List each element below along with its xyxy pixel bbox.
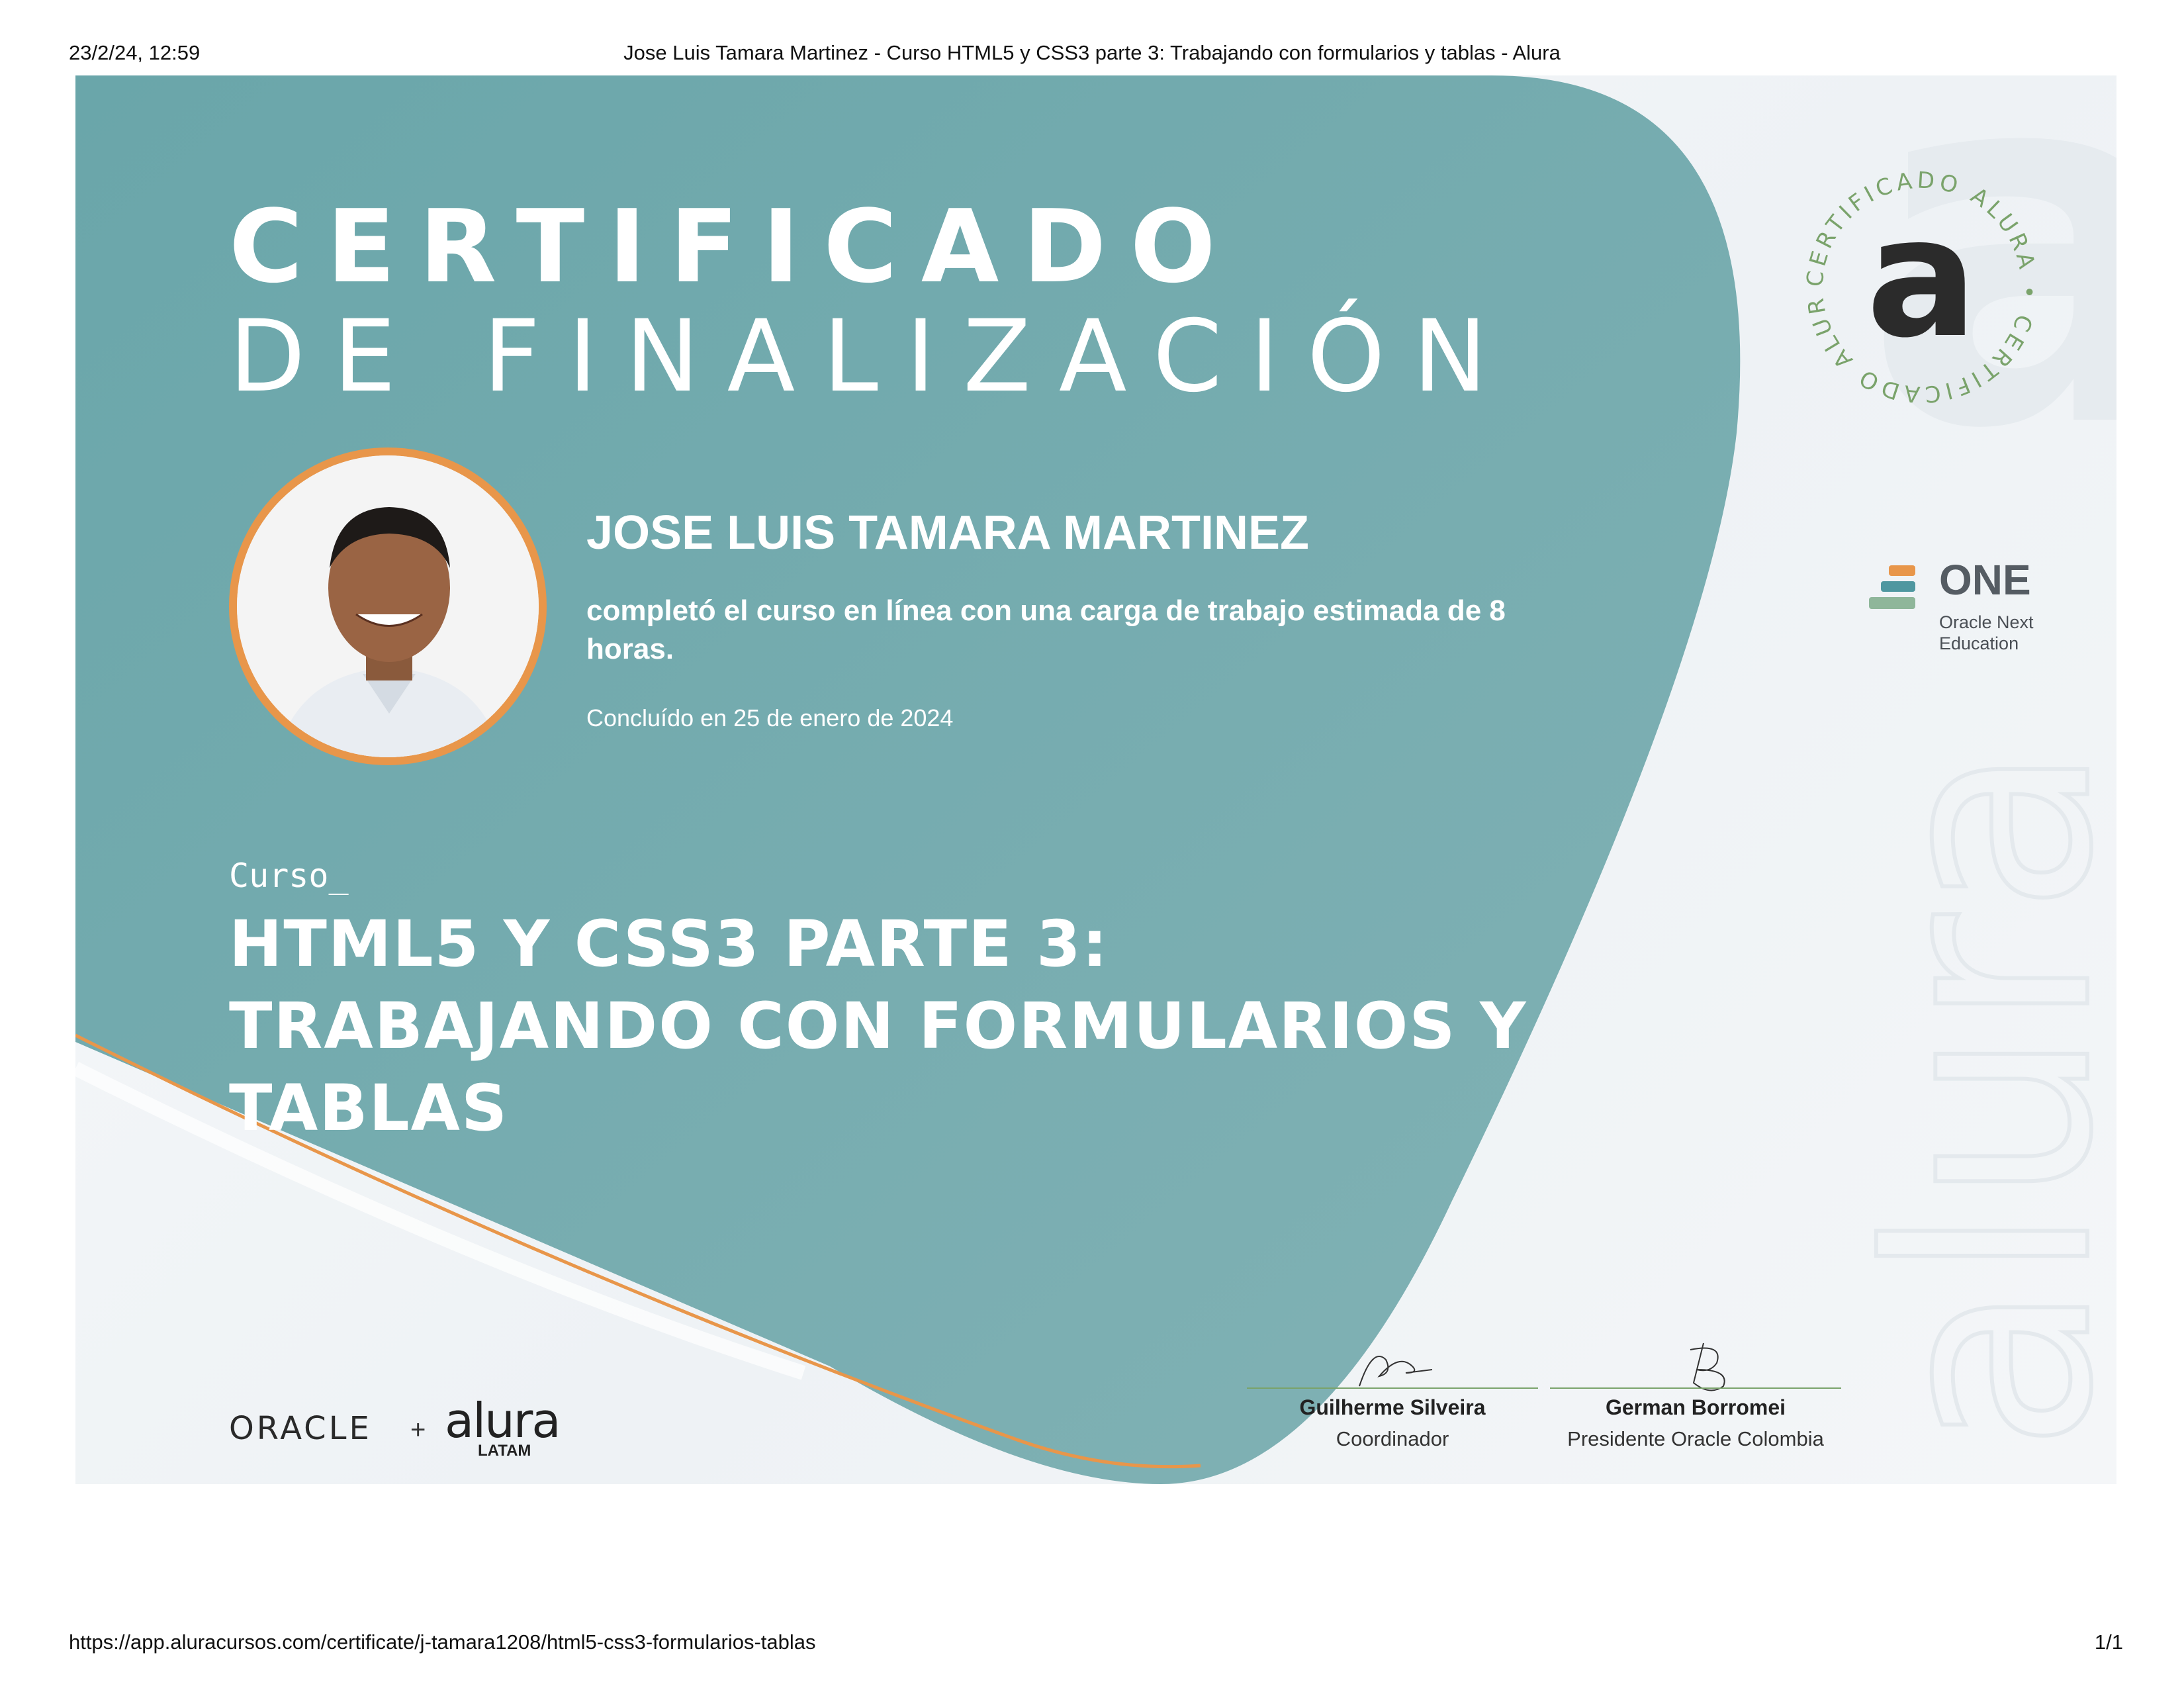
signatory-2-role: Presidente Oracle Colombia xyxy=(1567,1427,1824,1450)
completion-date: Concluído en 25 de enero de 2024 xyxy=(586,704,954,731)
alura-certificate-seal: CERTIFICADO ALURA • CERTIFICADO ALURA • … xyxy=(1790,155,2038,408)
course-name: HTML5 Y CSS3 PARTE 3: TRABAJANDO CON FOR… xyxy=(229,907,1527,1145)
one-logo-subtitle: Oracle Next Education xyxy=(1939,612,2034,653)
print-page-number: 1/1 xyxy=(2094,1630,2123,1654)
certificate-subtitle: DE FINALIZACIÓN xyxy=(229,299,1516,414)
seal-letter: a xyxy=(1866,181,1978,374)
print-page-title: Jose Luis Tamara Martinez - Curso HTML5 … xyxy=(623,41,1561,64)
signatory-1-name: Guilherme Silveira xyxy=(1299,1395,1486,1419)
print-url: https://app.aluracursos.com/certificate/… xyxy=(69,1630,816,1654)
certificate: a alura CERTIFICADO DE FINALIZACIÓN JOSE… xyxy=(75,75,2116,1484)
oracle-logo: ORACLE xyxy=(229,1410,372,1447)
print-footer: https://app.aluracursos.com/certificate/… xyxy=(0,1630,2184,1657)
brand-plus: + xyxy=(410,1415,426,1444)
student-name: JOSE LUIS TAMARA MARTINEZ xyxy=(586,506,1309,559)
one-logo-title: ONE xyxy=(1939,556,2031,604)
course-label: Curso_ xyxy=(229,857,349,895)
student-photo xyxy=(229,447,547,765)
signatory-1-role: Coordinador xyxy=(1336,1427,1449,1450)
print-header: 23/2/24, 12:59 Jose Luis Tamara Martinez… xyxy=(0,41,2184,68)
certificate-title: CERTIFICADO xyxy=(229,188,1240,305)
signature-1-scribble xyxy=(1359,1356,1433,1387)
watermark-alura: alura xyxy=(1830,744,2116,1452)
signature-line-2 xyxy=(1550,1387,1841,1389)
student-portrait xyxy=(237,455,539,757)
completion-statement: completó el curso en línea con una carga… xyxy=(586,594,1506,665)
alura-latam-label: LATAM xyxy=(478,1442,531,1460)
signature-line-1 xyxy=(1247,1387,1538,1389)
signatory-2-name: German Borromei xyxy=(1605,1395,1786,1419)
alura-logo: alura xyxy=(445,1393,561,1448)
